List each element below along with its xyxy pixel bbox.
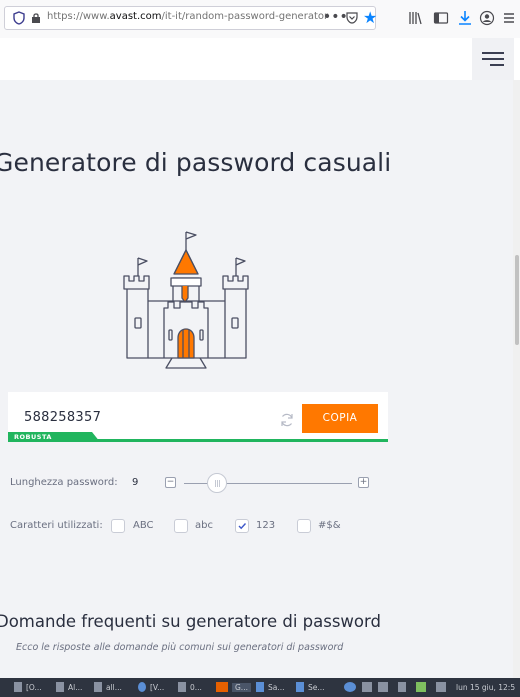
checkbox-numbers[interactable] [235,519,249,533]
sidebar-icon[interactable] [432,9,450,27]
taskbar-item[interactable]: [V... [150,683,164,692]
taskbar-item[interactable]: 0... [190,683,202,692]
pocket-icon[interactable] [345,11,359,25]
taskbar-app-icon[interactable] [256,682,264,692]
library-icon[interactable] [407,9,425,27]
strength-label: ROBUSTA [14,433,52,441]
checkbox-lowercase[interactable] [174,519,188,533]
length-value: 9 [132,477,139,488]
castle-illustration [123,231,249,369]
checkbox-symbols[interactable] [297,519,311,533]
chars-label: Caratteri utilizzati: [10,520,103,531]
checkbox-uppercase-label[interactable]: ABC [133,520,154,531]
taskbar-item[interactable]: all... [106,683,122,692]
taskbar-app-icon[interactable] [178,682,186,692]
taskbar-app-icon[interactable] [296,682,304,692]
taskbar-item[interactable]: [O... [26,683,42,692]
taskbar-app-icon[interactable] [56,682,64,692]
scrollbar-thumb[interactable] [515,255,519,345]
taskbar-item-active[interactable]: G... [232,683,251,692]
length-slider-thumb[interactable] [207,473,227,493]
firefox-taskbar-icon[interactable] [216,682,228,692]
taskbar-clock[interactable]: lun 15 giu, 12:5 [456,683,515,692]
checkbox-lowercase-label[interactable]: abc [195,520,213,531]
strength-bar [8,439,388,442]
checkmark-icon [238,523,247,530]
hamburger-menu-button[interactable] [472,38,514,80]
checkbox-symbols-label[interactable]: #$& [318,520,341,531]
wifi-icon[interactable] [436,682,446,692]
taskbar-item[interactable]: Se... [308,683,325,692]
url-bar[interactable]: https://www.avast.com/it-it/random-passw… [4,6,377,30]
site-header [0,38,520,80]
volume-icon[interactable] [378,682,388,692]
browser-toolbar: https://www.avast.com/it-it/random-passw… [0,0,520,39]
accessibility-icon[interactable] [344,682,356,692]
url-text: https://www.avast.com/it-it/random-passw… [47,11,329,22]
length-label: Lunghezza password: [10,477,118,488]
scrollbar[interactable] [513,80,520,678]
taskbar-app-icon[interactable] [14,682,22,692]
lock-icon[interactable] [31,12,41,24]
copy-button[interactable]: COPIA [302,404,378,433]
bookmark-star-icon[interactable]: ★ [363,8,377,27]
tracking-shield-icon[interactable] [13,11,25,25]
tray-app-icon[interactable] [416,682,426,692]
account-icon[interactable] [478,9,496,27]
taskbar-item[interactable]: Sa... [268,683,285,692]
download-icon[interactable] [456,9,474,27]
taskbar-app-icon[interactable] [138,682,146,692]
refresh-icon[interactable] [279,412,295,428]
checkbox-numbers-label[interactable]: 123 [256,520,275,531]
taskbar-app-icon[interactable] [94,682,102,692]
length-decrease-button[interactable]: − [165,477,176,488]
length-increase-button[interactable]: + [358,477,369,488]
taskbar-item[interactable]: Al... [68,683,82,692]
faq-title: Domande frequenti su generatore di passw… [0,612,381,631]
password-value[interactable]: 588258357 [24,410,101,425]
checkbox-uppercase[interactable] [111,519,125,533]
battery-icon[interactable] [398,682,406,692]
password-output: 588258357 COPIA ROBUSTA [8,392,388,442]
menu-icon[interactable] [500,9,518,27]
page-title: Generatore di password casuali [0,148,392,177]
faq-subtitle: Ecco le risposte alle domande più comuni… [16,642,344,653]
bluetooth-icon[interactable] [362,682,372,692]
